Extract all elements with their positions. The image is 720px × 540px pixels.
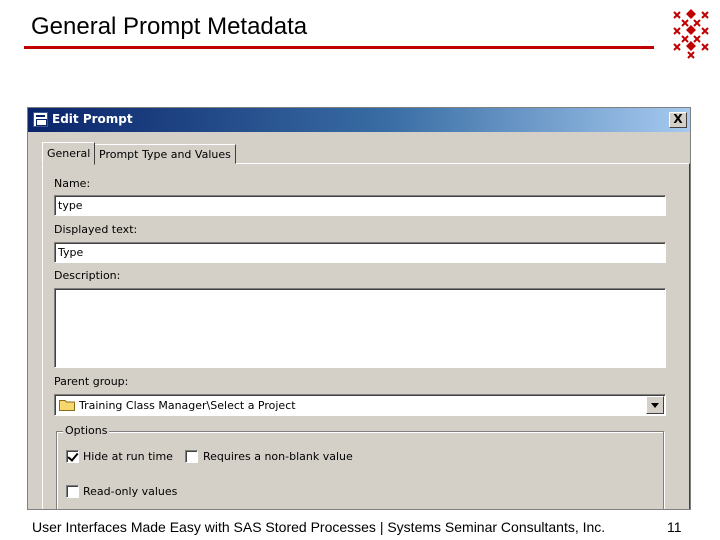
company-logo-icon [673,9,709,59]
title-rule [24,46,654,49]
read-only-checkbox[interactable] [66,485,79,498]
chevron-down-icon[interactable] [646,396,664,414]
dialog-title: Edit Prompt [52,112,133,126]
displayed-text-label: Displayed text: [54,223,138,236]
slide-footer: User Interfaces Made Easy with SAS Store… [32,519,606,535]
hide-at-run-time-label[interactable]: Hide at run time [83,450,173,463]
edit-prompt-dialog: Edit Prompt X General Prompt Type and Va… [27,107,691,510]
name-input[interactable]: type [54,195,666,216]
page-number: 11 [667,519,682,535]
requires-non-blank-checkbox[interactable] [185,450,198,463]
tab-prompt-type-and-values[interactable]: Prompt Type and Values [94,144,236,164]
hide-at-run-time-checkbox[interactable] [66,450,79,463]
options-groupbox: Options [56,424,664,509]
read-only-label[interactable]: Read-only values [83,485,177,498]
dialog-titlebar[interactable]: Edit Prompt X [28,108,690,132]
app-icon [33,112,48,127]
description-textarea[interactable] [54,288,666,368]
close-icon: X [673,112,683,126]
description-label: Description: [54,269,121,282]
options-legend: Options [63,424,110,437]
name-label: Name: [54,177,91,190]
folder-icon [59,400,75,411]
parent-group-select[interactable]: Training Class Manager\Select a Project [54,394,666,416]
displayed-text-input[interactable]: Type [54,242,666,263]
close-button[interactable]: X [669,112,687,128]
requires-non-blank-label[interactable]: Requires a non-blank value [203,450,353,463]
parent-group-label: Parent group: [54,375,129,388]
slide-title: General Prompt Metadata [31,13,308,40]
parent-group-value: Training Class Manager\Select a Project [79,399,296,412]
tab-general[interactable]: General [42,142,96,165]
